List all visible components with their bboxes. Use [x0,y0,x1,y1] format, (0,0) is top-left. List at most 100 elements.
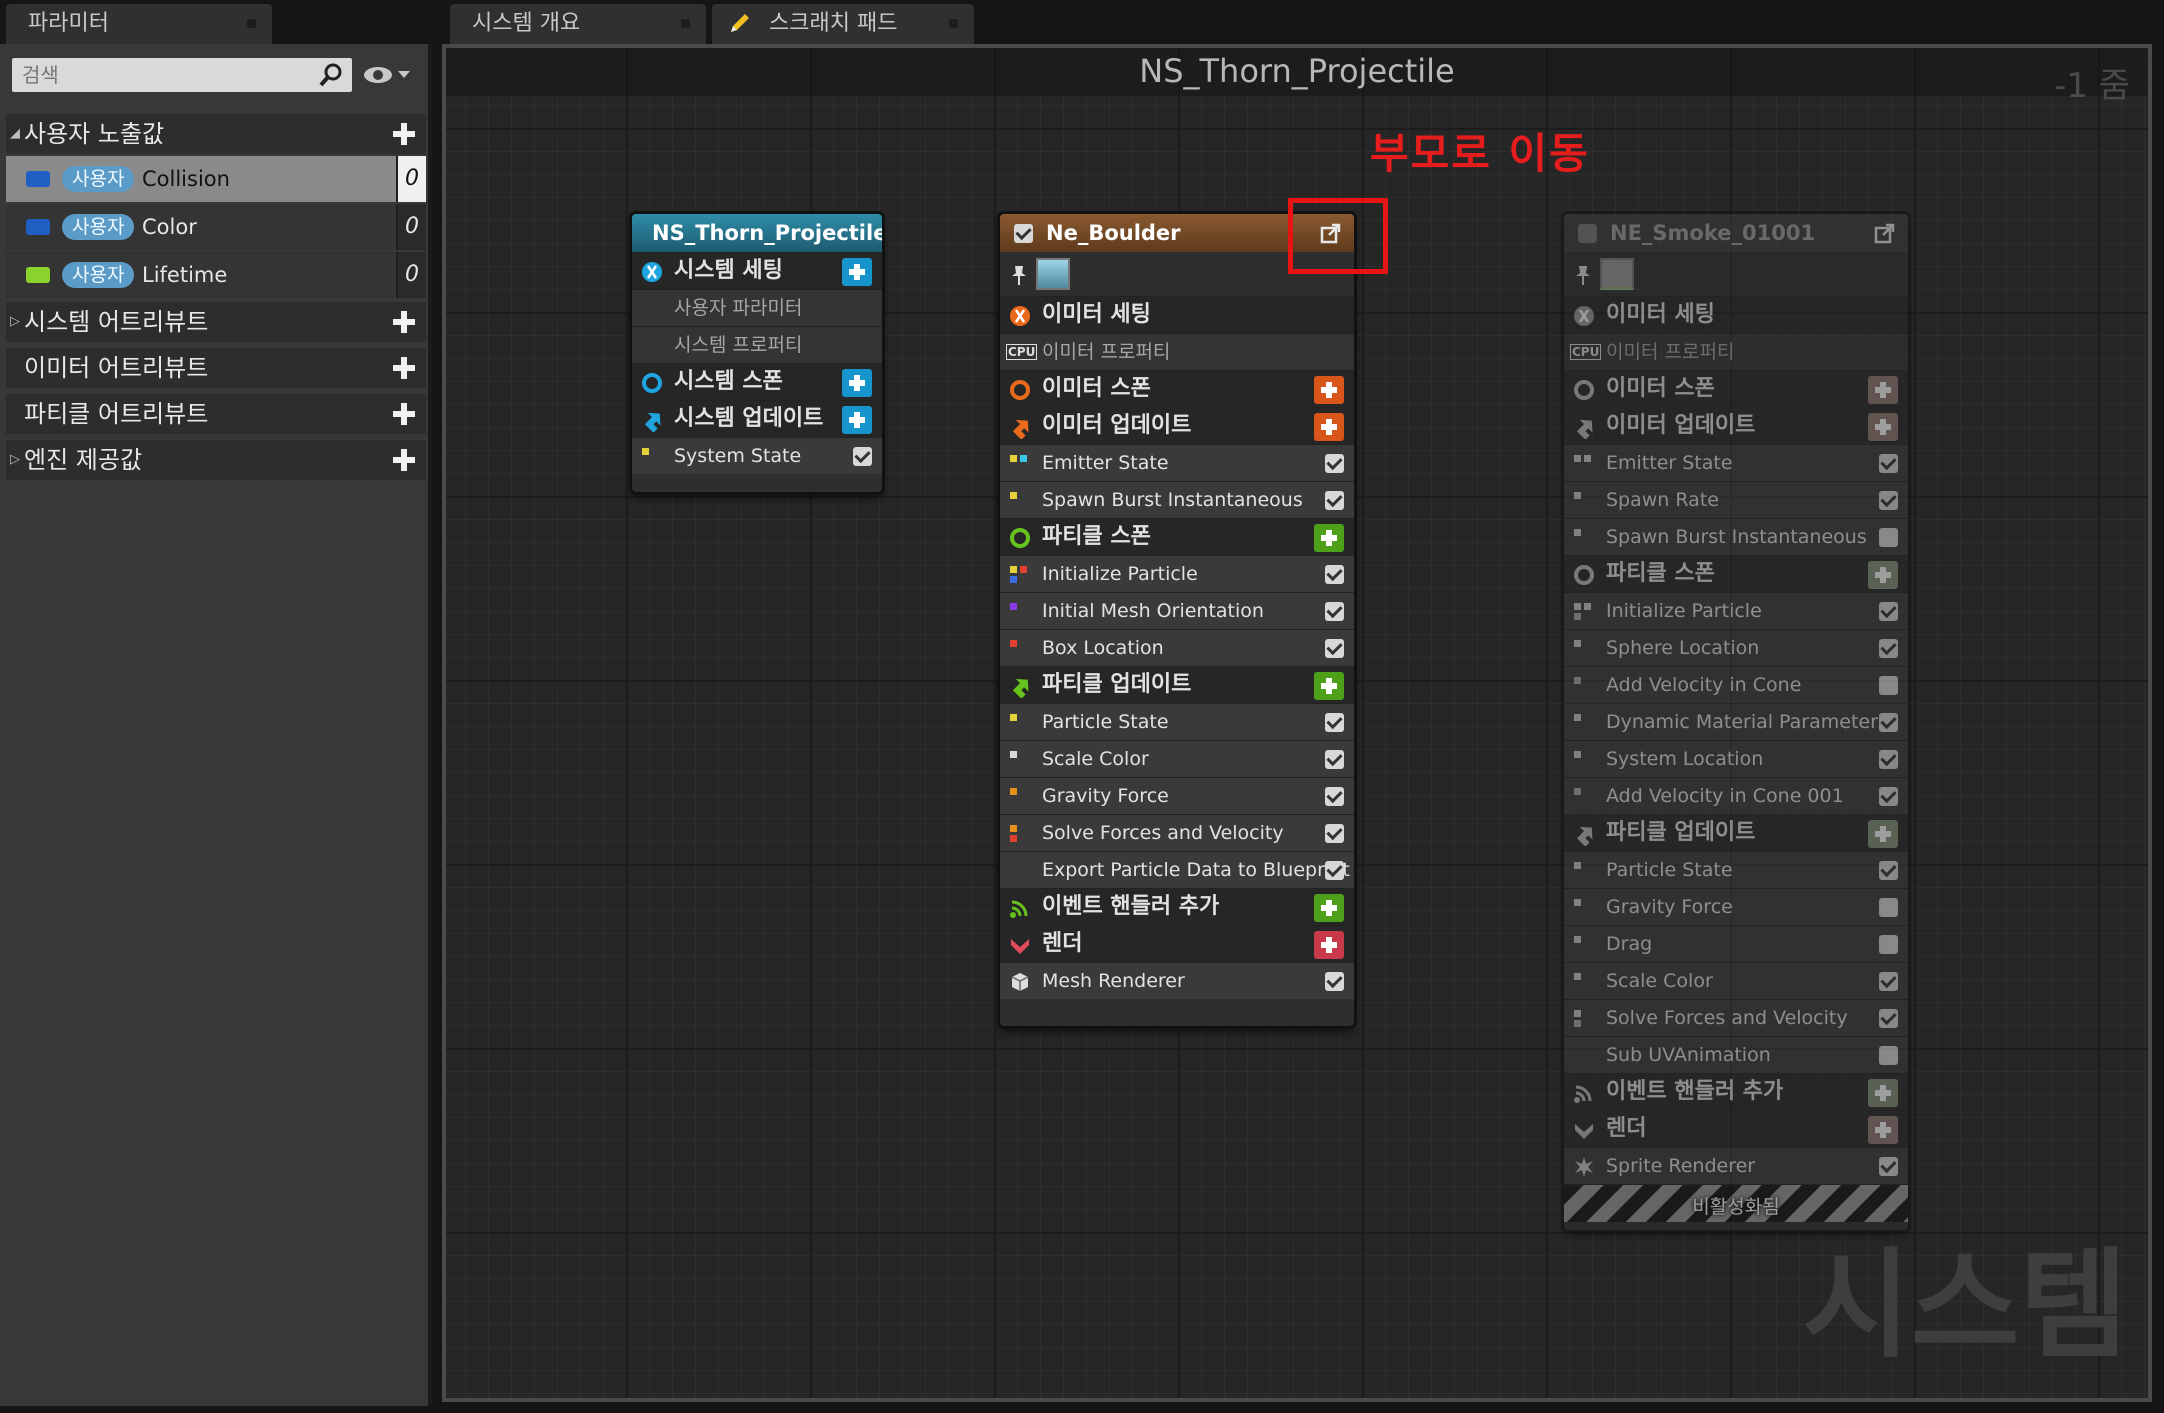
emitter-update-row[interactable]: 이미터 업데이트 [1564,407,1908,444]
module-enabled-checkbox[interactable] [1879,1009,1898,1028]
collapse-triangle-icon[interactable]: ◢ [10,114,20,154]
tab-scratch-pad[interactable]: 스크래치 패드 [712,4,974,44]
module-enabled-checkbox[interactable] [1879,602,1898,621]
render-row[interactable]: 렌더 [1564,1110,1908,1147]
module-enabled-checkbox[interactable] [1879,713,1898,732]
system-node[interactable]: NS_Thorn_Projectile 시스템 세팅 사용자 파라미터 시스템 … [632,214,882,492]
module-sphere-location[interactable]: Sphere Location [1564,629,1908,666]
smoke-node-header[interactable]: NE_Smoke_01001 [1564,214,1908,252]
module-box-location[interactable]: Box Location [1000,629,1354,666]
add-particle-spawn-button[interactable] [1314,524,1344,552]
add-emitter-spawn-button[interactable] [1314,376,1344,404]
module-mesh-renderer[interactable]: Mesh Renderer [1000,962,1354,999]
search-input[interactable] [12,58,352,92]
module-enabled-checkbox[interactable] [1325,861,1344,880]
module-particle-state[interactable]: Particle State [1564,851,1908,888]
render-row[interactable]: 렌더 [1000,925,1354,962]
module-system-state[interactable]: System State [632,437,882,474]
emitter-spawn-row[interactable]: 이미터 스폰 [1000,370,1354,407]
module-enabled-checkbox[interactable] [1879,454,1898,473]
event-handler-row[interactable]: 이벤트 핸들러 추가 [1564,1073,1908,1110]
add-renderer-button[interactable] [1314,931,1344,959]
module-gravity-force[interactable]: Gravity Force [1000,777,1354,814]
module-solve-forces[interactable]: Solve Forces and Velocity [1000,814,1354,851]
module-drag[interactable]: Drag [1564,925,1908,962]
module-scale-color[interactable]: Scale Color [1000,740,1354,777]
module-emitter-state[interactable]: Emitter State [1564,444,1908,481]
module-spawn-burst[interactable]: Spawn Burst Instantaneous [1564,518,1908,555]
emitter-thumbnail[interactable] [1036,258,1070,290]
emitter-settings-row[interactable]: 이미터 세팅 [1000,296,1354,333]
pin-icon[interactable] [1574,264,1592,286]
add-emitter-spawn-button[interactable] [1868,376,1898,404]
module-sprite-renderer[interactable]: Sprite Renderer [1564,1147,1908,1184]
add-system-attribute-button[interactable] [392,310,416,334]
module-add-velocity-cone-001[interactable]: Add Velocity in Cone 001 [1564,777,1908,814]
module-enabled-checkbox[interactable] [1325,972,1344,991]
emitter-properties-row[interactable]: CPU 이미터 프로퍼티 [1564,333,1908,370]
add-particle-update-button[interactable] [1868,820,1898,848]
module-enabled-checkbox[interactable] [1325,750,1344,769]
add-user-param-button[interactable] [392,122,416,146]
module-enabled-checkbox[interactable] [1879,676,1898,695]
module-enabled-checkbox[interactable] [1879,861,1898,880]
emitter-update-row[interactable]: 이미터 업데이트 [1000,407,1354,444]
system-attributes-section[interactable]: ▷ 시스템 어트리뷰트 [6,302,426,342]
add-emitter-update-button[interactable] [1314,413,1344,441]
close-tab-icon[interactable] [949,19,958,28]
emitter-node-smoke[interactable]: NE_Smoke_01001 이미터 세팅 CPU 이미터 프로퍼티 이미터 스… [1564,214,1908,1230]
add-event-handler-button[interactable] [1868,1079,1898,1107]
emitter-settings-row[interactable]: 이미터 세팅 [1564,296,1908,333]
module-enabled-checkbox[interactable] [1879,750,1898,769]
tab-system-overview[interactable]: 시스템 개요 [450,4,706,44]
tab-parameters[interactable]: 파라미터 [6,4,272,44]
module-enabled-checkbox[interactable] [1879,787,1898,806]
particle-attributes-section[interactable]: 파티클 어트리뷰트 [6,394,426,434]
user-parameters-row[interactable]: 사용자 파라미터 [632,289,882,326]
particle-spawn-row[interactable]: 파티클 스폰 [1564,555,1908,592]
module-enabled-checkbox[interactable] [1325,491,1344,510]
module-export-particle-data[interactable]: Export Particle Data to Blueprint [1000,851,1354,888]
add-particle-spawn-button[interactable] [1868,561,1898,589]
add-system-settings-button[interactable] [842,258,872,286]
add-emitter-attribute-button[interactable] [392,356,416,380]
close-tab-icon[interactable] [247,19,256,28]
emitter-node-boulder[interactable]: Ne_Boulder 이미터 세팅 CPU 이미터 프로퍼티 이미터 스폰 이미… [1000,214,1354,1026]
add-event-handler-button[interactable] [1314,894,1344,922]
param-row-collision[interactable]: 사용자 Collision 0 [6,156,426,202]
module-solve-forces[interactable]: Solve Forces and Velocity [1564,999,1908,1036]
emitter-enabled-checkbox[interactable] [1578,224,1597,243]
system-settings-row[interactable]: 시스템 세팅 [632,252,882,289]
param-row-color[interactable]: 사용자 Color 0 [6,204,426,250]
param-value[interactable]: 0 [396,204,426,250]
module-enabled-checkbox[interactable] [1879,639,1898,658]
system-node-header[interactable]: NS_Thorn_Projectile [632,214,882,252]
user-exposed-section[interactable]: ◢ 사용자 노출값 [6,114,426,154]
module-enabled-checkbox[interactable] [1879,1046,1898,1065]
module-enabled-checkbox[interactable] [1325,454,1344,473]
add-renderer-button[interactable] [1868,1116,1898,1144]
module-enabled-checkbox[interactable] [1879,972,1898,991]
module-initialize-particle[interactable]: Initialize Particle [1564,592,1908,629]
add-particle-update-button[interactable] [1314,672,1344,700]
add-emitter-update-button[interactable] [1868,413,1898,441]
module-spawn-burst[interactable]: Spawn Burst Instantaneous [1000,481,1354,518]
module-emitter-state[interactable]: Emitter State [1000,444,1354,481]
visibility-eye-icon[interactable] [362,62,414,88]
module-add-velocity-cone[interactable]: Add Velocity in Cone [1564,666,1908,703]
system-spawn-row[interactable]: 시스템 스폰 [632,363,882,400]
event-handler-row[interactable]: 이벤트 핸들러 추가 [1000,888,1354,925]
particle-update-row[interactable]: 파티클 업데이트 [1000,666,1354,703]
particle-update-row[interactable]: 파티클 업데이트 [1564,814,1908,851]
module-enabled-checkbox[interactable] [1325,824,1344,843]
module-enabled-checkbox[interactable] [1879,898,1898,917]
add-engine-value-button[interactable] [392,448,416,472]
module-enabled-checkbox[interactable] [1879,528,1898,547]
emitter-thumbnail[interactable] [1600,258,1634,290]
param-row-lifetime[interactable]: 사용자 Lifetime 0 [6,252,426,298]
module-initial-mesh-orientation[interactable]: Initial Mesh Orientation [1000,592,1354,629]
close-tab-icon[interactable] [681,19,690,28]
pin-icon[interactable] [1010,264,1028,286]
module-enabled-checkbox[interactable] [1325,713,1344,732]
emitter-spawn-row[interactable]: 이미터 스폰 [1564,370,1908,407]
